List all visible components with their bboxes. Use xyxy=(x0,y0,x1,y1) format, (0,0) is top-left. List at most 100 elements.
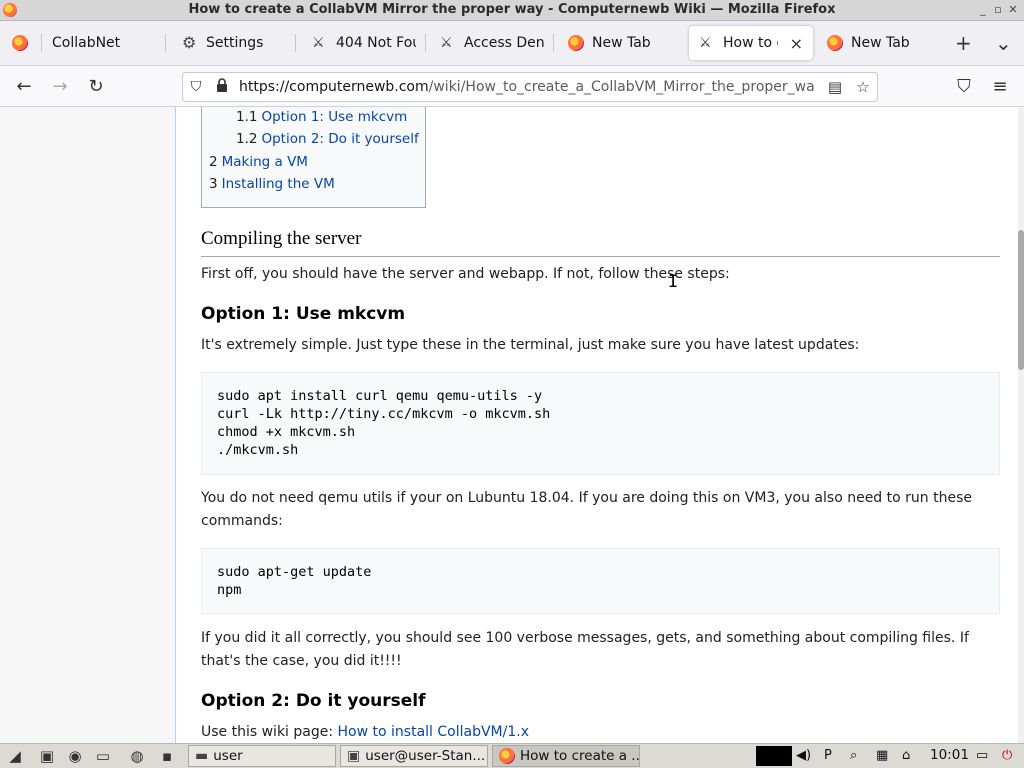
start-menu-icon[interactable]: ◢ xyxy=(4,746,26,766)
toc-number: 1.2 xyxy=(236,131,258,147)
firefox-icon xyxy=(12,35,28,51)
network-icon[interactable]: ⌂ xyxy=(902,746,910,766)
minimize-button[interactable]: _ xyxy=(975,2,991,18)
window-titlebar: How to create a CollabVM Mirror the prop… xyxy=(0,0,1024,21)
gear-icon: ⚙ xyxy=(182,33,197,52)
reader-view-icon[interactable]: ▤ xyxy=(821,78,849,96)
forward-button[interactable]: → xyxy=(48,75,72,99)
back-button[interactable]: ← xyxy=(12,75,36,99)
keyboard-layout-icon[interactable]: P xyxy=(824,746,832,766)
tab-collabnet[interactable]: CollabNet xyxy=(42,26,166,60)
navigation-toolbar: ← → ↻ ⛉ https://computernewb.com/wiki/Ho… xyxy=(0,66,1024,107)
collabvm-icon: ⚔ xyxy=(699,35,712,51)
list-all-tabs-button[interactable]: ⌄ xyxy=(995,33,1012,53)
tab-label: CollabNet xyxy=(52,35,121,51)
firefox-icon xyxy=(499,748,515,764)
wiki-sidebar xyxy=(0,107,176,743)
paragraph-success: If you did it all correctly, you should … xyxy=(201,630,969,669)
heading-rule xyxy=(201,256,1000,257)
search-icon[interactable]: ⌕ xyxy=(850,746,857,766)
reload-button[interactable]: ↻ xyxy=(84,75,108,99)
paragraph-wiki-page: Use this wiki page: How to install Colla… xyxy=(201,721,991,743)
code-block-mkcvm: sudo apt install curl qemu qemu-utils -y… xyxy=(201,372,1000,475)
desktop-taskbar: ◢ ▣ ◉ ▭ ◍ ▪ ▬ user ▣ user@user-Stan... H… xyxy=(0,743,1024,768)
heading-option-1: Option 1: Use mkcvm xyxy=(201,304,406,324)
heading-option-2: Option 2: Do it yourself xyxy=(201,691,426,711)
bookmark-star-icon[interactable]: ☆ xyxy=(849,78,877,96)
tab-access-denied[interactable]: ⚔ Access Denie xyxy=(430,26,554,60)
tab-new-tab-2[interactable]: New Tab xyxy=(817,26,941,60)
terminal-icon: ▣ xyxy=(347,748,361,764)
tab-strip: CollabNet ⚙ Settings ⚔ 404 Not Four ⚔ Ac… xyxy=(0,21,1024,66)
network-monitor-graph xyxy=(756,746,792,766)
clipboard-icon[interactable]: ▦ xyxy=(876,746,888,766)
url-path: /wiki/How_to_create_a_CollabVM_Mirror_th… xyxy=(428,79,815,95)
wiki-page-prefix: Use this wiki page: xyxy=(201,724,338,740)
maximize-button[interactable]: ▫ xyxy=(990,2,1006,18)
tab-label: Access Denie xyxy=(464,35,544,51)
taskbar-clock: 10:01 xyxy=(930,747,969,763)
install-collabvm-link[interactable]: How to install CollabVM/1.x xyxy=(338,724,529,740)
close-window-button[interactable]: ✕ xyxy=(1005,2,1021,18)
heading-compiling: Compiling the server xyxy=(201,228,362,249)
toc-number: 2 xyxy=(209,154,218,170)
url-host: https://computernewb.com xyxy=(239,79,429,95)
toc-link[interactable]: Making a VM xyxy=(222,154,308,170)
tab-settings[interactable]: ⚙ Settings xyxy=(172,26,296,60)
toc-item: 1.1 Option 1: Use mkcvm xyxy=(236,109,407,125)
show-desktop-icon[interactable]: ▭ xyxy=(92,746,114,766)
taskbar-task-firefox[interactable]: How to create a ... xyxy=(492,745,640,767)
page-scrollbar[interactable] xyxy=(1018,107,1024,743)
paragraph-qemu-note: You do not need qemu utils if your on Lu… xyxy=(201,490,972,529)
toc-link[interactable]: Installing the VM xyxy=(222,176,335,192)
close-tab-icon[interactable]: × xyxy=(790,34,803,53)
toc-link[interactable]: Option 1: Use mkcvm xyxy=(261,109,407,125)
url-text[interactable]: https://computernewb.com/wiki/How_to_cre… xyxy=(239,79,821,95)
volume-icon[interactable]: ◀) xyxy=(796,746,811,766)
collabvm-icon: ⚔ xyxy=(312,35,325,51)
pocket-icon[interactable]: ⛉ xyxy=(952,75,976,99)
tab-label: How to cre xyxy=(723,35,778,51)
paragraph-simple: It's extremely simple. Just type these i… xyxy=(201,337,860,353)
tab-how-to-create[interactable]: ⚔ How to cre × xyxy=(689,26,813,60)
tab-label: Settings xyxy=(206,35,264,51)
window-title: How to create a CollabVM Mirror the prop… xyxy=(188,2,836,17)
task-label: How to create a ... xyxy=(520,748,640,764)
url-bar[interactable]: ⛉ https://computernewb.com/wiki/How_to_c… xyxy=(182,72,878,102)
toc-item: 3 Installing the VM xyxy=(209,176,335,192)
tab-label: New Tab xyxy=(592,35,651,51)
toc-item: 2 Making a VM xyxy=(209,154,308,170)
task-label: user xyxy=(213,748,243,764)
toc-link[interactable]: Option 2: Do it yourself xyxy=(261,131,418,147)
tab-new-tab-1[interactable]: New Tab xyxy=(558,26,682,60)
toc-number: 1.1 xyxy=(236,109,258,125)
scrollbar-thumb[interactable] xyxy=(1018,230,1024,370)
taskbar-task-user[interactable]: ▬ user xyxy=(188,745,336,767)
folder-icon: ▬ xyxy=(195,748,209,764)
tab-pinned[interactable] xyxy=(2,26,42,60)
firefox-launcher-icon[interactable]: ◍ xyxy=(126,746,148,766)
terminal-launcher-icon[interactable]: ▪ xyxy=(156,746,178,766)
tab-404[interactable]: ⚔ 404 Not Four xyxy=(302,26,426,60)
lock-icon[interactable] xyxy=(209,78,235,96)
task-label: user@user-Stan... xyxy=(365,748,486,764)
collabvm-icon: ⚔ xyxy=(440,35,453,51)
taskbar-task-terminal[interactable]: ▣ user@user-Stan... xyxy=(340,745,488,767)
browser-launcher-icon[interactable]: ◉ xyxy=(64,746,86,766)
tab-label: New Tab xyxy=(851,35,910,51)
code-block-update: sudo apt-get update npm xyxy=(201,548,1000,614)
file-manager-icon[interactable]: ▣ xyxy=(36,746,58,766)
toc-item: 1.2 Option 2: Do it yourself xyxy=(236,131,419,147)
shield-icon[interactable]: ⛉ xyxy=(183,79,209,95)
hamburger-menu-icon[interactable]: ≡ xyxy=(988,75,1012,99)
screen-icon[interactable]: ▭ xyxy=(976,746,988,766)
tab-label: 404 Not Four xyxy=(336,35,416,51)
new-tab-button[interactable]: + xyxy=(955,33,972,53)
text-cursor-icon: I xyxy=(668,272,679,292)
paragraph-first-off: First off, you should have the server an… xyxy=(201,266,730,282)
power-icon[interactable]: ⏻ xyxy=(1002,746,1012,766)
firefox-icon xyxy=(827,35,843,51)
page-viewport: 1.1 Option 1: Use mkcvm 1.2 Option 2: Do i… xyxy=(0,107,1024,743)
toc-number: 3 xyxy=(209,176,218,192)
firefox-icon xyxy=(568,35,584,51)
